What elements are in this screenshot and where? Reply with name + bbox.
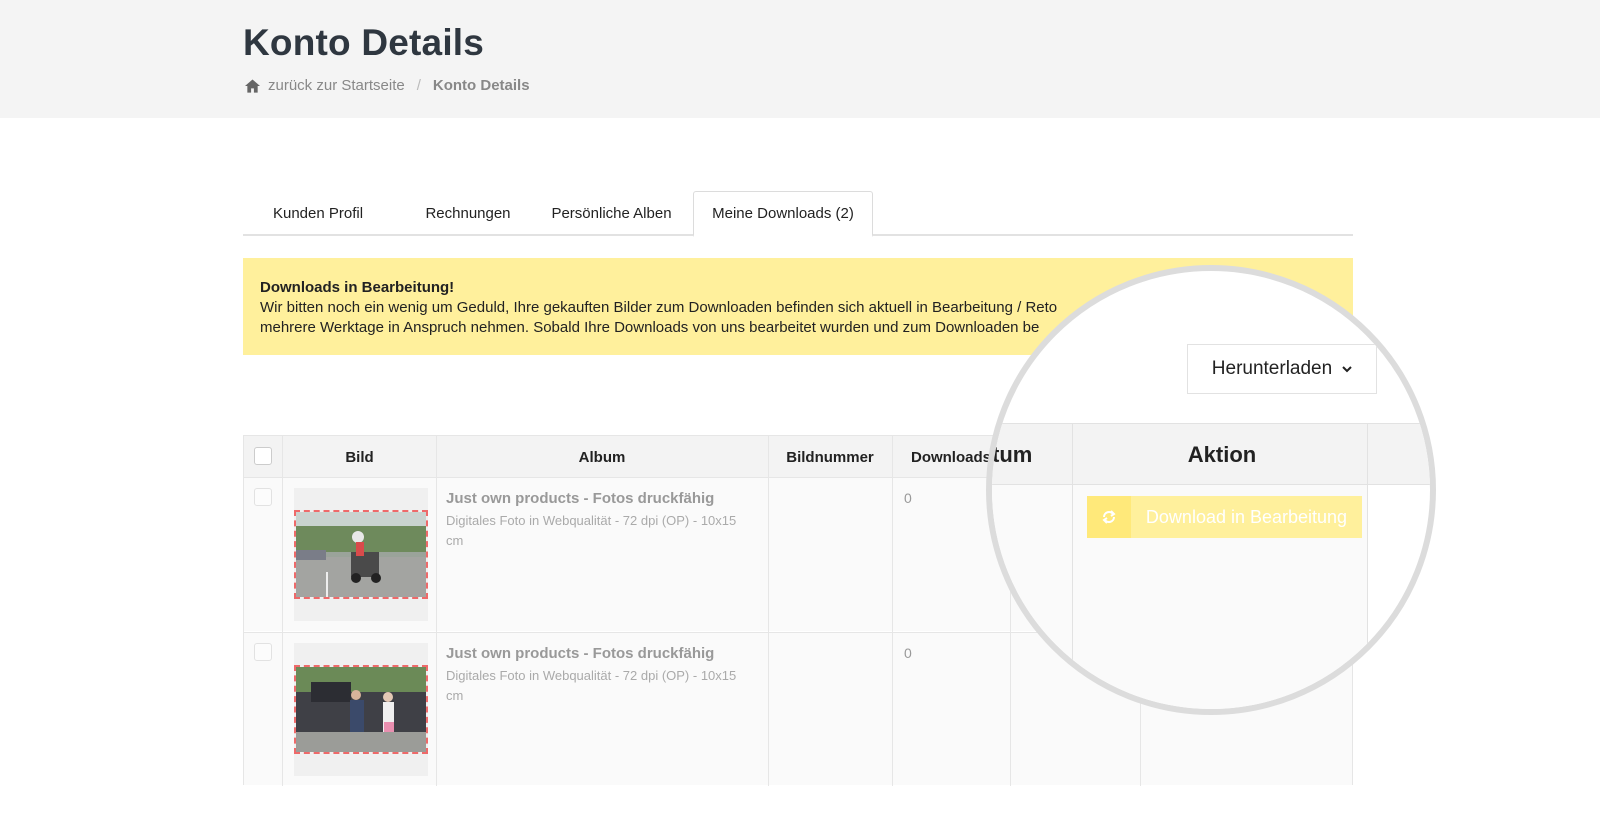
page-title: Konto Details xyxy=(243,22,485,63)
magnified-area: Herunterladen tum Aktion Download in Bea… xyxy=(992,271,1430,709)
tab-meine-downloads[interactable]: Meine Downloads (2) xyxy=(693,191,873,237)
refresh-icon xyxy=(1087,496,1131,538)
download-in-progress-button[interactable]: Download in Bearbeitung xyxy=(1087,496,1362,538)
download-count: 0 xyxy=(904,490,912,506)
tab-rechnungen[interactable]: Rechnungen xyxy=(393,191,543,236)
select-all-checkbox[interactable] xyxy=(254,447,272,465)
col-header-bild: Bild xyxy=(345,448,374,466)
album-title[interactable]: Just own products - Fotos druckfähig xyxy=(446,645,714,662)
button-label: Download in Bearbeitung xyxy=(1145,506,1348,527)
photo-car-people-icon xyxy=(296,667,426,752)
col-header-aktion: Aktion xyxy=(1187,442,1257,467)
row-thumbnail xyxy=(294,488,428,621)
tab-kunden-profil[interactable]: Kunden Profil xyxy=(243,191,393,236)
breadcrumb-current: Konto Details xyxy=(432,77,530,94)
photo-image xyxy=(294,510,428,599)
column-divider xyxy=(768,436,769,786)
col-header-datum: tum xyxy=(992,442,1033,467)
download-count: 0 xyxy=(904,645,912,661)
photo-golfcart-icon xyxy=(296,512,426,597)
row-thumbnail xyxy=(294,643,428,776)
breadcrumb: zurück zur Startseite / Konto Details xyxy=(245,77,530,94)
column-divider xyxy=(436,436,437,786)
tab-persoenliche-alben[interactable]: Persönliche Alben xyxy=(543,191,680,236)
col-header-bildnummer: Bildnummer xyxy=(786,448,874,466)
column-divider xyxy=(892,436,893,786)
magnifier-lens: Herunterladen tum Aktion Download in Bea… xyxy=(986,265,1436,715)
page-header: Konto Details zurück zur Startseite / Ko… xyxy=(0,0,1600,118)
breadcrumb-separator: / xyxy=(416,77,421,94)
home-icon[interactable] xyxy=(245,78,260,93)
column-divider xyxy=(282,436,283,786)
magnified-table-header: tum Aktion xyxy=(992,423,1430,485)
row-checkbox[interactable] xyxy=(254,643,272,661)
album-title[interactable]: Just own products - Fotos druckfähig xyxy=(446,490,714,507)
photo-image xyxy=(294,665,428,754)
column-divider xyxy=(1072,423,1073,709)
album-subtitle: Digitales Foto in Webqualität - 72 dpi (… xyxy=(446,513,737,548)
account-tabs: Kunden Profil Rechnungen Persönliche Alb… xyxy=(243,191,1353,237)
download-dropdown[interactable]: Herunterladen xyxy=(1187,344,1377,394)
row-checkbox[interactable] xyxy=(254,488,272,506)
breadcrumb-home-link[interactable]: zurück zur Startseite xyxy=(268,77,405,94)
dropdown-label: Herunterladen xyxy=(1211,358,1333,379)
album-subtitle: Digitales Foto in Webqualität - 72 dpi (… xyxy=(446,668,737,703)
col-header-album: Album xyxy=(578,448,626,466)
column-divider xyxy=(1367,423,1368,709)
chevron-down-icon xyxy=(1342,366,1352,373)
